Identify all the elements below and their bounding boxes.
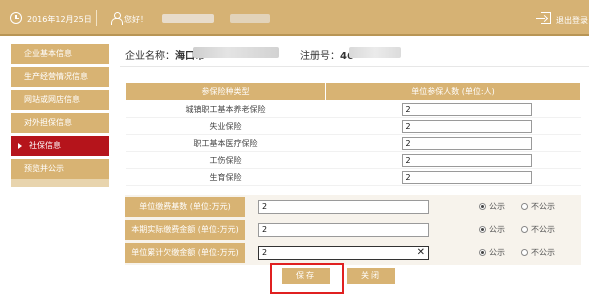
table-row: 生育保险 2 xyxy=(125,168,581,186)
table-header-row: 参保险种类型 单位参保人数 (单位:人) xyxy=(125,82,581,101)
insurance-type: 工伤保险 xyxy=(125,151,326,169)
sidebar-item-label: 对外担保信息 xyxy=(24,118,72,127)
payment-actual-label: 本期实际缴费金额 (单位:万元) xyxy=(125,220,245,240)
sidebar-item-preview-publish[interactable]: 预览并公示 xyxy=(11,159,109,179)
sidebar-item-website[interactable]: 网站或网店信息 xyxy=(11,90,109,110)
header-divider xyxy=(96,10,97,26)
public-radio-label: 公示 xyxy=(489,202,505,211)
clear-icon[interactable]: ✕ xyxy=(417,247,425,259)
insurance-type: 生育保险 xyxy=(125,168,326,186)
insured-count-input[interactable]: 2 xyxy=(401,170,532,184)
logout-link[interactable]: 退出登录 xyxy=(556,15,588,26)
table-row: 失业保险 2 xyxy=(125,117,581,135)
insurance-table: 参保险种类型 单位参保人数 (单位:人) 城镇职工基本养老保险 2 失业保险 2… xyxy=(125,82,581,186)
payment-base-label: 单位缴费基数 (单位:万元) xyxy=(125,197,245,217)
payment-arrears-label: 单位累计欠缴金额 (单位:万元) xyxy=(125,243,245,263)
sidebar-nav: 企业基本信息 生产经营情况信息 网站或网店信息 对外担保信息 社保信息 预览并公… xyxy=(11,44,109,187)
payment-row-base: 单位缴费基数 (单位:万元) 2 公示 不公示 xyxy=(125,197,581,217)
greeting-text: 您好！ xyxy=(124,15,148,24)
insured-count-input[interactable]: 2 xyxy=(401,136,532,150)
payment-row-actual: 本期实际缴费金额 (单位:万元) 2 公示 不公示 xyxy=(125,220,581,240)
insurance-type: 失业保险 xyxy=(125,117,326,135)
redacted-username-2 xyxy=(230,14,270,23)
section-divider xyxy=(120,66,589,67)
insurance-type: 职工基本医疗保险 xyxy=(125,134,326,152)
table-row: 工伤保险 2 xyxy=(125,151,581,169)
column-header-count: 单位参保人数 (单位:人) xyxy=(325,82,581,101)
current-date: 2016年12月25日 xyxy=(27,15,92,24)
close-button[interactable]: 关闭 xyxy=(347,268,395,284)
not-public-radio-label: 不公示 xyxy=(531,248,555,257)
user-icon xyxy=(111,12,123,25)
payment-actual-input[interactable]: 2 xyxy=(258,223,429,237)
insured-count-input[interactable]: 2 xyxy=(401,119,532,133)
public-radio[interactable] xyxy=(479,249,486,256)
input-value: 2 xyxy=(262,202,268,211)
sidebar-item-label: 预览并公示 xyxy=(24,164,64,173)
sidebar-item-label: 网站或网店信息 xyxy=(24,95,80,104)
public-radio[interactable] xyxy=(479,203,486,210)
payment-row-arrears: 单位累计欠缴金额 (单位:万元) 2 ✕ 公示 不公示 xyxy=(125,243,581,263)
not-public-radio-label: 不公示 xyxy=(531,225,555,234)
column-header-type: 参保险种类型 xyxy=(125,82,326,101)
reg-number-label: 注册号： xyxy=(300,51,340,62)
top-bar: 2016年12月25日 您好！ 退出登录 xyxy=(0,0,589,36)
payment-arrears-input[interactable]: 2 ✕ xyxy=(258,246,429,260)
sidebar-footer xyxy=(11,179,109,187)
payment-section: 单位缴费基数 (单位:万元) 2 公示 不公示 本期实际缴费金额 (单位:万元)… xyxy=(125,195,581,265)
sidebar-item-operations[interactable]: 生产经营情况信息 xyxy=(11,67,109,87)
input-value: 2 xyxy=(262,225,268,234)
redacted-company-name xyxy=(193,47,279,58)
sidebar-item-social-security[interactable]: 社保信息 xyxy=(11,136,109,156)
public-radio[interactable] xyxy=(479,226,486,233)
not-public-radio-label: 不公示 xyxy=(531,202,555,211)
not-public-radio[interactable] xyxy=(521,226,528,233)
redacted-reg-number xyxy=(349,47,401,58)
table-row: 城镇职工基本养老保险 2 xyxy=(125,100,581,118)
not-public-radio[interactable] xyxy=(521,249,528,256)
input-value: 2 xyxy=(262,248,268,257)
insured-count-input[interactable]: 2 xyxy=(401,102,532,116)
company-name-label: 企业名称： xyxy=(125,51,175,62)
insurance-type: 城镇职工基本养老保险 xyxy=(125,100,326,118)
public-radio-label: 公示 xyxy=(489,225,505,234)
clock-icon xyxy=(10,12,22,24)
payment-base-input[interactable]: 2 xyxy=(258,200,429,214)
sidebar-item-guarantee[interactable]: 对外担保信息 xyxy=(11,113,109,133)
public-radio-label: 公示 xyxy=(489,248,505,257)
sidebar-item-label: 企业基本信息 xyxy=(24,49,72,58)
insured-count-input[interactable]: 2 xyxy=(401,153,532,167)
logout-icon[interactable] xyxy=(536,12,551,24)
sidebar-item-label: 生产经营情况信息 xyxy=(24,72,88,81)
sidebar-item-basic-info[interactable]: 企业基本信息 xyxy=(11,44,109,64)
not-public-radio[interactable] xyxy=(521,203,528,210)
registration-number: 注册号：46 xyxy=(300,47,354,62)
table-row: 职工基本医疗保险 2 xyxy=(125,134,581,152)
sidebar-item-label: 社保信息 xyxy=(29,141,61,150)
active-arrow-icon xyxy=(18,143,22,149)
save-button[interactable]: 保存 xyxy=(282,268,330,284)
redacted-username xyxy=(162,14,214,23)
